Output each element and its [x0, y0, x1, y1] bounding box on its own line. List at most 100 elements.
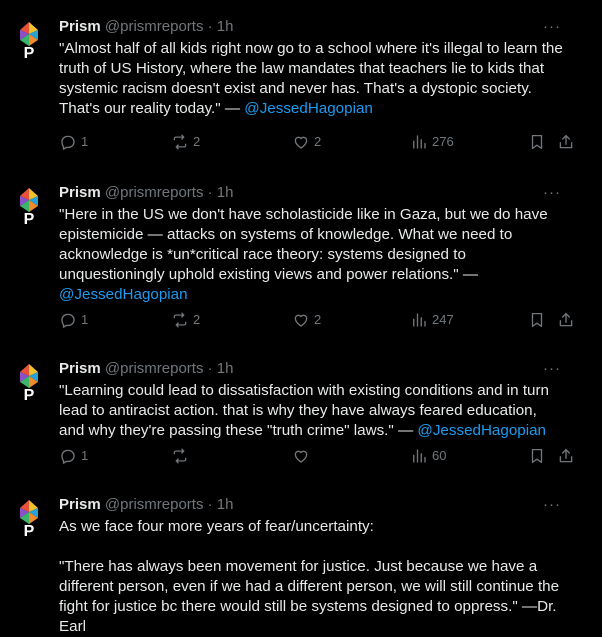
bookmark-button[interactable]: [528, 446, 546, 466]
post-time[interactable]: 1h: [217, 18, 234, 35]
text-line: @JessedHagopian: [59, 285, 579, 305]
svg-text:P: P: [24, 523, 35, 540]
post-text: "Almost half of all kids right now go to…: [59, 39, 579, 119]
share-button[interactable]: [557, 446, 575, 466]
bookmark-icon: [528, 447, 546, 465]
paragraph-break: [59, 537, 579, 557]
mention-link[interactable]: @JessedHagopian: [244, 100, 373, 117]
reply-icon: [59, 447, 77, 465]
more-dots-icon[interactable]: ···: [543, 359, 561, 379]
more-dots-icon[interactable]: ···: [543, 495, 561, 515]
author-handle[interactable]: @prismreports: [105, 184, 204, 201]
views-button[interactable]: 247: [410, 310, 454, 330]
prism-logo-icon[interactable]: P: [14, 362, 44, 404]
reply-button[interactable]: 1: [59, 446, 88, 466]
repost-button[interactable]: 2: [171, 310, 200, 330]
more-dots-icon[interactable]: ···: [543, 183, 561, 203]
bookmark-button[interactable]: [528, 132, 546, 152]
text-line: That's our reality today." — @JessedHago…: [59, 99, 579, 119]
heart-icon: [292, 133, 310, 151]
text-line: fight for justice bc there would still b…: [59, 598, 557, 615]
like-count: 2: [314, 312, 322, 327]
text-line: unquestioningly uphold existing views an…: [59, 266, 479, 283]
text-line: and why they're passing these "truth cri…: [59, 421, 579, 441]
post-header: Prism @prismreports · 1h ···: [59, 495, 589, 517]
post-time[interactable]: 1h: [217, 496, 234, 513]
post-text: "Here in the US we don't have scholastic…: [59, 205, 579, 305]
timeline-feed: P Prism @prismreports · 1h ··· "Almost h…: [0, 0, 602, 635]
post-header: Prism @prismreports · 1h ···: [59, 183, 589, 205]
share-button[interactable]: [557, 310, 575, 330]
author-handle[interactable]: @prismreports: [105, 18, 204, 35]
views-count: 247: [432, 312, 454, 327]
reply-count: 1: [81, 312, 89, 327]
reply-button[interactable]: 1: [59, 310, 88, 330]
post-text: "Learning could lead to dissatisfaction …: [59, 381, 579, 441]
share-icon: [557, 447, 575, 465]
share-button[interactable]: [557, 132, 575, 152]
bookmark-button[interactable]: [528, 310, 546, 330]
like-button[interactable]: 2: [292, 310, 321, 330]
heart-icon: [292, 447, 310, 465]
repost-button[interactable]: [171, 446, 193, 466]
separator: ·: [207, 184, 213, 201]
author-name[interactable]: Prism: [59, 360, 101, 377]
repost-count: 2: [193, 312, 201, 327]
text-segment: and why they're passing these "truth cri…: [59, 422, 418, 439]
prism-logo-icon[interactable]: P: [14, 20, 44, 62]
mention-link[interactable]: @JessedHagopian: [59, 286, 188, 303]
author-name[interactable]: Prism: [59, 18, 101, 35]
text-line: As we face four more years of fear/uncer…: [59, 518, 374, 535]
author-handle[interactable]: @prismreports: [105, 496, 204, 513]
post-header: Prism @prismreports · 1h ···: [59, 17, 589, 39]
views-chart-icon: [410, 447, 428, 465]
mention-link[interactable]: @JessedHagopian: [417, 422, 546, 439]
views-count: 276: [432, 134, 454, 149]
svg-text:P: P: [24, 387, 35, 404]
bookmark-icon: [528, 311, 546, 329]
prism-logo-icon[interactable]: P: [14, 498, 44, 540]
text-line: Earl: [59, 618, 87, 635]
separator: ·: [207, 496, 213, 513]
author-name[interactable]: Prism: [59, 496, 101, 513]
text-line: "Here in the US we don't have scholastic…: [59, 206, 548, 223]
more-dots-icon[interactable]: ···: [543, 17, 561, 37]
post-text: As we face four more years of fear/uncer…: [59, 517, 579, 637]
post-header: Prism @prismreports · 1h ···: [59, 359, 589, 381]
post[interactable]: P Prism @prismreports · 1h ··· "Almost h…: [0, 0, 602, 166]
like-button[interactable]: [292, 446, 314, 466]
views-button[interactable]: 60: [410, 446, 446, 466]
post[interactable]: P Prism @prismreports · 1h ··· As we fac…: [0, 478, 602, 635]
author-name[interactable]: Prism: [59, 184, 101, 201]
reply-button[interactable]: 1: [59, 132, 88, 152]
post[interactable]: P Prism @prismreports · 1h ··· "Learning…: [0, 342, 602, 478]
share-icon: [557, 311, 575, 329]
author-handle[interactable]: @prismreports: [105, 360, 204, 377]
prism-logo-icon[interactable]: P: [14, 186, 44, 228]
text-line: "There has always been movement for just…: [59, 558, 538, 575]
views-button[interactable]: 276: [410, 132, 454, 152]
text-line: acknowledge is *un*critical race theory:…: [59, 246, 466, 263]
text-line: lead to antiracist action. that is why t…: [59, 402, 537, 419]
post-time[interactable]: 1h: [217, 360, 234, 377]
text-line: "Almost half of all kids right now go to…: [59, 40, 563, 57]
svg-text:P: P: [24, 211, 35, 228]
post[interactable]: P Prism @prismreports · 1h ··· "Here in …: [0, 166, 602, 342]
action-bar: 1 60: [59, 446, 589, 466]
text-line: systemic racism doesn't exist and never …: [59, 80, 532, 97]
action-bar: 1 2 2 276: [59, 132, 589, 152]
repost-button[interactable]: 2: [171, 132, 200, 152]
reply-count: 1: [81, 448, 89, 463]
like-count: 2: [314, 134, 322, 149]
reply-count: 1: [81, 134, 89, 149]
views-count: 60: [432, 448, 447, 463]
bookmark-icon: [528, 133, 546, 151]
text-line: different person, even if we had a diffe…: [59, 578, 560, 595]
views-chart-icon: [410, 133, 428, 151]
post-time[interactable]: 1h: [217, 184, 234, 201]
text-line: truth of US History, where the law manda…: [59, 60, 545, 77]
share-icon: [557, 133, 575, 151]
separator: ·: [207, 360, 213, 377]
text-line: epistemicide — attacks on systems of kno…: [59, 226, 513, 243]
like-button[interactable]: 2: [292, 132, 321, 152]
